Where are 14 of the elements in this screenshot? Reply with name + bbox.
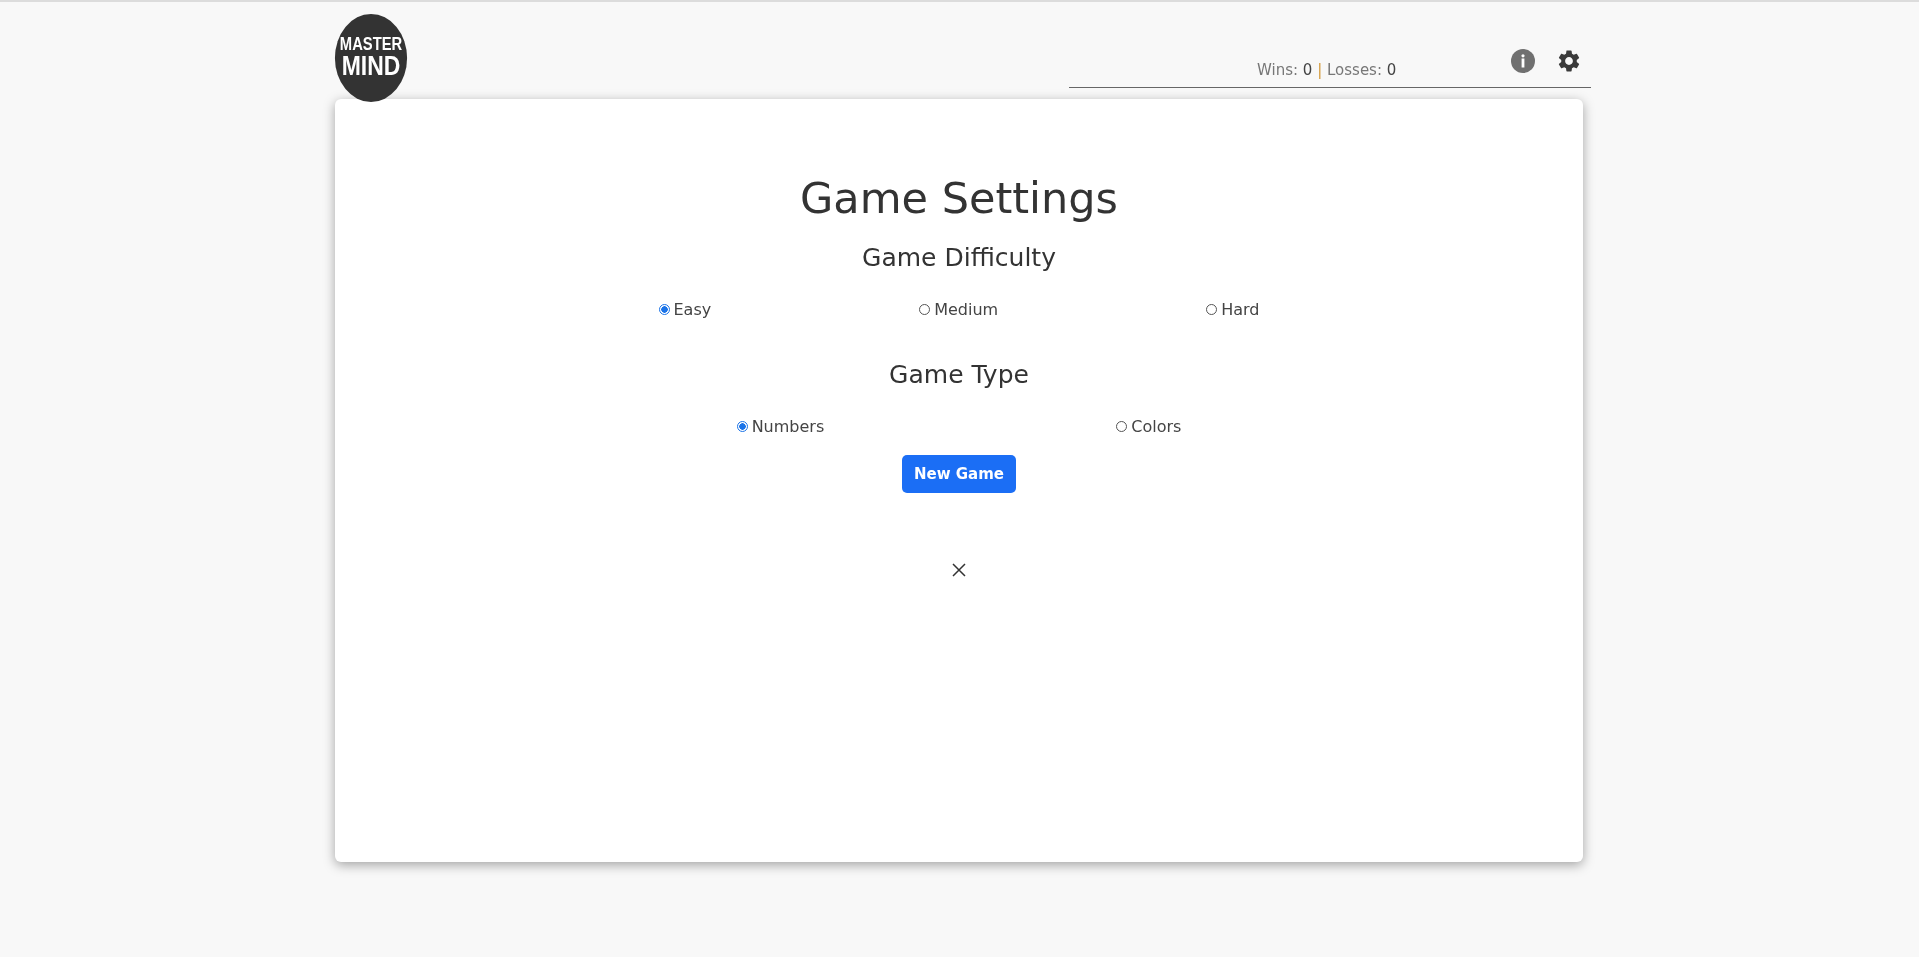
logo: MASTER MIND	[334, 14, 408, 102]
game-type-option[interactable]: Numbers	[736, 417, 825, 436]
close-icon[interactable]	[952, 563, 966, 577]
section-heading: Game Type	[889, 359, 1029, 391]
settings-icon[interactable]	[1556, 48, 1582, 74]
new-game-button[interactable]: New Game	[901, 455, 1016, 493]
section-heading: Game Difficulty	[862, 242, 1056, 274]
dialog-title: Game Settings	[799, 172, 1119, 225]
score-text: Wins: 0 | Losses: 0	[1257, 61, 1397, 79]
difficulty-option[interactable]: Medium	[919, 300, 999, 319]
difficulty-option[interactable]: Hard	[1206, 300, 1260, 319]
difficulty-option[interactable]: Easy	[658, 300, 712, 319]
game-type-option[interactable]: Colors	[1116, 417, 1182, 436]
info-icon[interactable]	[1511, 49, 1535, 73]
